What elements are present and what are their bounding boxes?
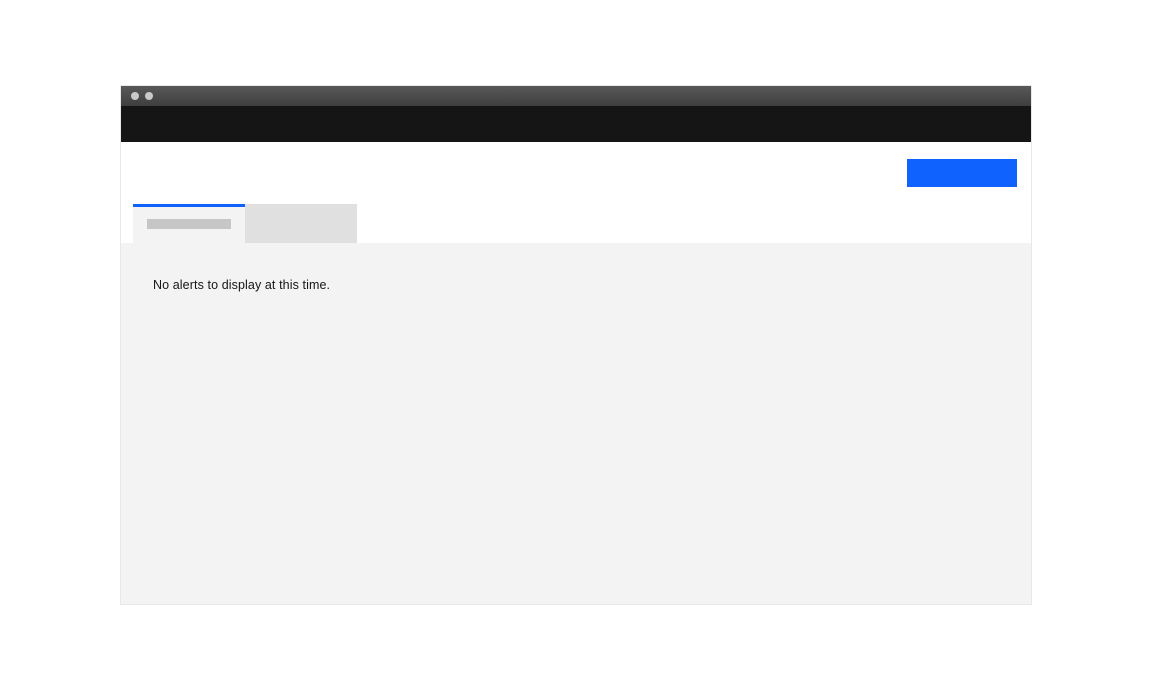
tab-1[interactable]	[245, 204, 357, 243]
content-area: No alerts to display at this time.	[121, 244, 1031, 604]
app-header	[121, 106, 1031, 142]
tab-0-label	[147, 219, 231, 229]
window-close-icon[interactable]	[131, 92, 139, 100]
tab-0[interactable]	[133, 204, 245, 243]
empty-state-message: No alerts to display at this time.	[153, 278, 999, 292]
primary-action-button[interactable]	[907, 159, 1017, 187]
app-window: No alerts to display at this time.	[120, 85, 1032, 605]
tab-strip	[121, 204, 1031, 244]
action-bar	[121, 142, 1031, 204]
window-minimize-icon[interactable]	[145, 92, 153, 100]
window-titlebar	[121, 86, 1031, 106]
